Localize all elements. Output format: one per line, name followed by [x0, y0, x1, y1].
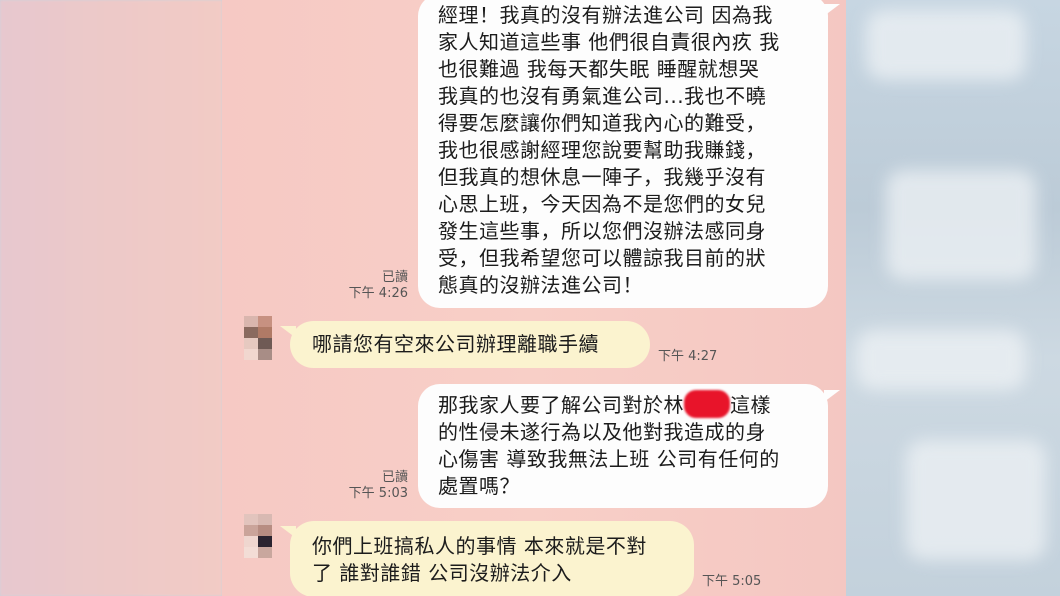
- message-time: 下午 5:05: [702, 574, 762, 589]
- message-line: 我也很感謝經理您說要幫助我賺錢，: [438, 138, 766, 162]
- blurred-left-margin: [0, 0, 222, 596]
- message-line: 但我真的想休息一陣子，我幾乎沒有: [438, 165, 766, 189]
- message-text: 那我家人要了解公司對於林: [438, 393, 684, 417]
- incoming-message-bubble[interactable]: 哪請您有空來公司辦理離職手續: [290, 321, 650, 368]
- contact-avatar[interactable]: [244, 514, 272, 558]
- chat-conversation[interactable]: 經理！我真的沒有辦法進公司 因為我 家人知道這些事 他們很自責很內疚 我 也很難…: [222, 0, 846, 596]
- incoming-message-bubble[interactable]: 你們上班搞私人的事情 本來就是不對 了 誰對誰錯 公司沒辦法介入: [290, 521, 694, 596]
- message-time: 下午 5:03: [348, 486, 408, 501]
- message-meta: 已讀 下午 5:03: [332, 470, 408, 502]
- message-line: 心思上班，今天因為不是您們的女兒: [438, 192, 766, 216]
- message-line: 哪請您有空來公司辦理離職手續: [312, 332, 599, 356]
- message-line: 經理！我真的沒有辦法進公司 因為我: [438, 3, 773, 27]
- message-line: 處置嗎？: [438, 474, 520, 498]
- read-receipt: 已讀: [381, 270, 408, 285]
- message-line: 發生這些事，所以您們沒辦法感同身: [438, 219, 766, 243]
- message-line: 了 誰對誰錯 公司沒辦法介入: [312, 561, 572, 585]
- blurred-right-margin: [846, 0, 1060, 596]
- message-line: 那我家人要了解公司對於林 這樣: [438, 390, 812, 419]
- outgoing-message-bubble[interactable]: 經理！我真的沒有辦法進公司 因為我 家人知道這些事 他們很自責很內疚 我 也很難…: [418, 0, 828, 308]
- read-receipt: 已讀: [381, 470, 408, 485]
- message-line: 得要怎麼讓你們知道我內心的難受，: [438, 111, 766, 135]
- message-line: 的性侵未遂行為以及他對我造成的身: [438, 420, 766, 444]
- message-line: 我真的也沒有勇氣進公司...我也不曉: [438, 84, 767, 108]
- message-line: 心傷害 導致我無法上班 公司有任何的: [438, 447, 780, 471]
- message-time: 下午 4:26: [348, 286, 408, 301]
- redaction-mark: [684, 390, 730, 418]
- message-text: 這樣: [730, 393, 771, 417]
- contact-avatar[interactable]: [244, 316, 272, 360]
- message-line: 也很難過 我每天都失眠 睡醒就想哭: [438, 57, 760, 81]
- message-line: 你們上班搞私人的事情 本來就是不對: [312, 534, 647, 558]
- bubble-tail: [824, 4, 840, 16]
- message-line: 家人知道這些事 他們很自責很內疚 我: [438, 30, 780, 54]
- message-time: 下午 4:27: [658, 349, 718, 364]
- bubble-tail: [824, 390, 840, 402]
- message-line: 受，但我希望您可以體諒我目前的狀: [438, 246, 766, 270]
- outgoing-message-bubble[interactable]: 那我家人要了解公司對於林 這樣 的性侵未遂行為以及他對我造成的身 心傷害 導致我無…: [418, 384, 828, 508]
- message-meta: 已讀 下午 4:26: [332, 270, 408, 302]
- message-line: 態真的沒辦法進公司！: [438, 273, 643, 297]
